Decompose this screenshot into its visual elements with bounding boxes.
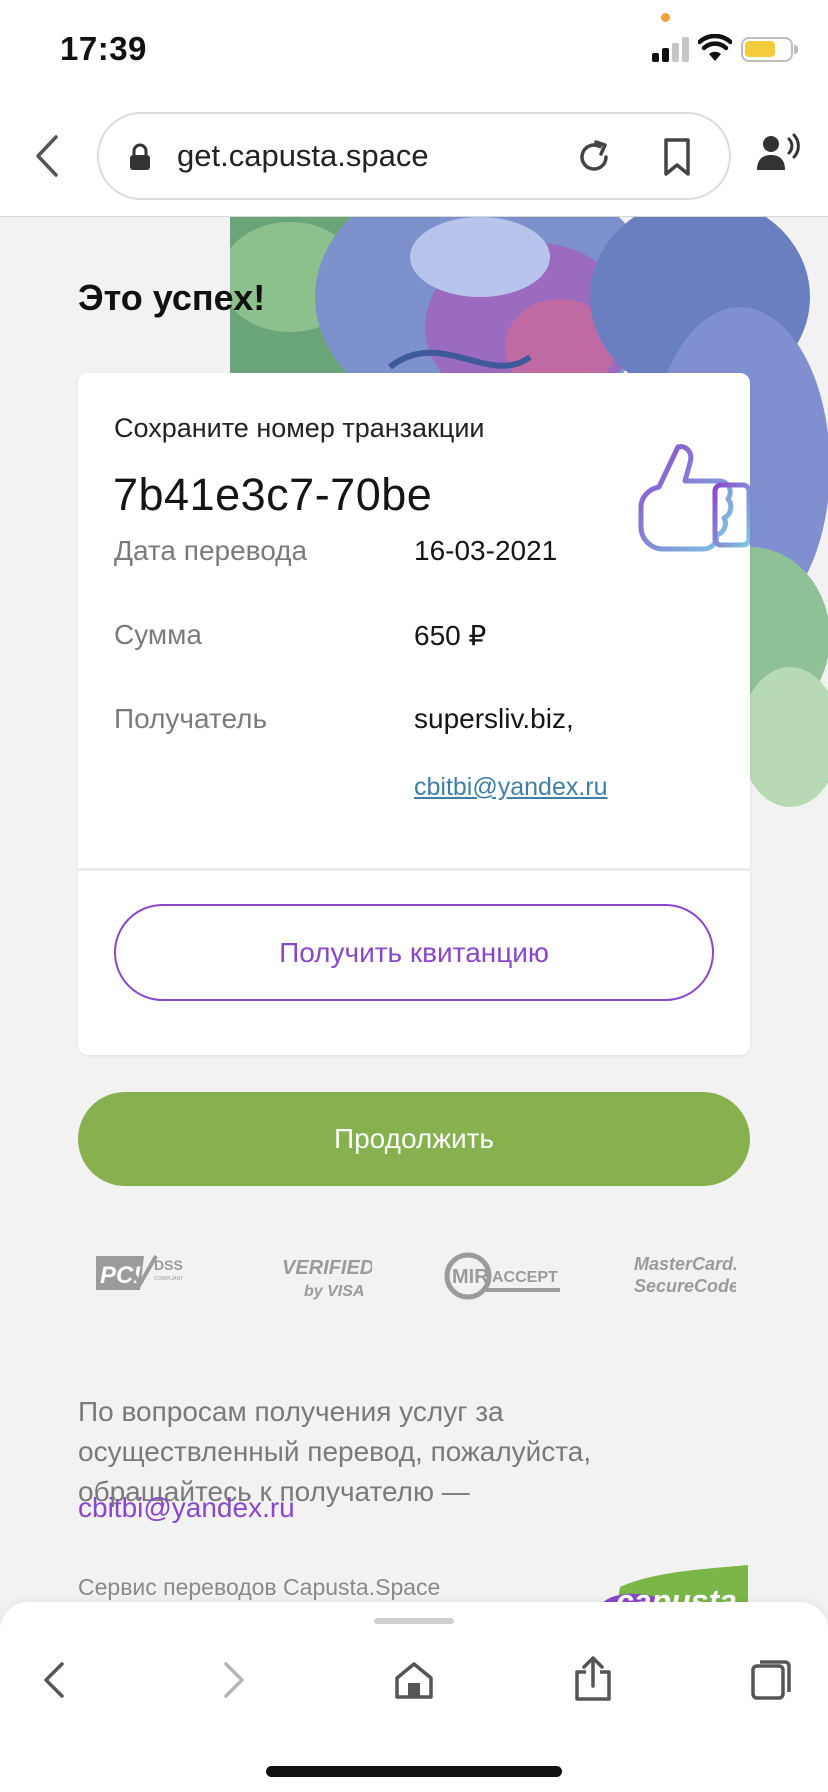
- get-receipt-button[interactable]: Получить квитанцию: [114, 904, 714, 1001]
- svg-text:by VISA: by VISA: [304, 1283, 364, 1300]
- transaction-number: 7b41e3c7-70be: [113, 469, 433, 520]
- forward-icon[interactable]: [222, 1660, 246, 1700]
- home-icon[interactable]: [394, 1660, 434, 1700]
- reload-icon[interactable]: [575, 138, 613, 176]
- signal-icon: [652, 36, 690, 62]
- toolbar-grabber[interactable]: [374, 1618, 454, 1624]
- amount-value: 650 ₽: [414, 620, 487, 651]
- home-indicator[interactable]: [266, 1766, 562, 1777]
- url-text: get.capusta.space: [177, 138, 429, 173]
- continue-button[interactable]: Продолжить: [78, 1092, 750, 1186]
- svg-text:MasterCard.: MasterCard.: [634, 1254, 736, 1274]
- recipient-value: supersliv.biz,: [414, 703, 574, 734]
- status-bar: 17:39: [0, 0, 828, 100]
- recipient-label: Получатель: [114, 703, 268, 734]
- voice-icon[interactable]: [755, 133, 803, 173]
- lock-icon: [130, 143, 150, 170]
- back-icon[interactable]: [42, 1660, 66, 1700]
- transaction-card: Сохраните номер транзакции 7b41e3c7-70be…: [78, 373, 750, 1055]
- svg-text:DSS: DSS: [154, 1257, 183, 1273]
- recipient-email-link[interactable]: cbitbi@yandex.ru: [414, 773, 608, 802]
- wifi-icon: [698, 34, 732, 61]
- svg-text:VERIFIED: VERIFIED: [282, 1257, 372, 1279]
- bookmark-icon[interactable]: [662, 137, 692, 177]
- svg-text:ACCEPT: ACCEPT: [492, 1269, 558, 1286]
- back-chevron-icon[interactable]: [34, 134, 60, 178]
- svg-text:MIR: MIR: [452, 1266, 489, 1288]
- mastercard-securecode-logo: MasterCard. SecureCode.: [634, 1254, 736, 1296]
- page-content: Это успех! Сохраните номер транзакции 7b…: [0, 217, 828, 1612]
- amount-label: Сумма: [114, 619, 202, 650]
- bottom-toolbar: [0, 1602, 828, 1792]
- verified-by-visa-logo: VERIFIED by VISA: [282, 1257, 372, 1300]
- date-label: Дата перевода: [114, 535, 308, 566]
- svg-text:COMPLIANT: COMPLIANT: [154, 1276, 183, 1282]
- mir-accept-logo: MIR ACCEPT: [444, 1252, 560, 1300]
- card-divider: [78, 868, 750, 871]
- privacy-indicator-dot: [661, 13, 670, 22]
- svg-text:SecureCode.: SecureCode.: [634, 1276, 736, 1296]
- footer-service-text: Сервис переводов Capusta.Space: [78, 1574, 441, 1600]
- pci-dss-logo: PCI DSS COMPLIANT: [96, 1255, 183, 1290]
- browser-address-bar: get.capusta.space: [0, 100, 828, 217]
- share-icon[interactable]: [574, 1656, 612, 1702]
- info-email-link[interactable]: cbitbi@yandex.ru: [78, 1492, 295, 1524]
- status-time: 17:39: [60, 30, 147, 67]
- card-caption: Сохраните номер транзакции: [114, 413, 485, 443]
- tabs-icon[interactable]: [750, 1660, 792, 1700]
- page-title: Это успех!: [78, 277, 266, 318]
- thumbs-up-icon: [638, 444, 750, 552]
- battery-icon: [741, 37, 798, 62]
- date-value: 16-03-2021: [414, 535, 558, 566]
- url-field[interactable]: get.capusta.space: [97, 112, 731, 200]
